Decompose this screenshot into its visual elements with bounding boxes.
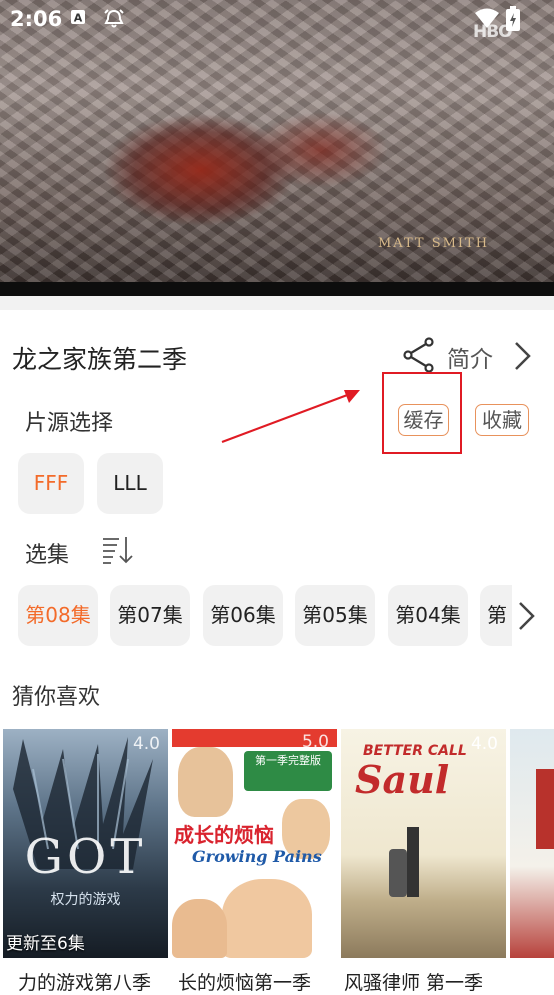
- episodes-scroll-right-icon[interactable]: [516, 600, 538, 636]
- source-option-fff[interactable]: FFF: [18, 453, 84, 514]
- poster-update-note: 更新至6集: [6, 934, 85, 954]
- episode-item[interactable]: 第04集: [388, 585, 468, 646]
- poster-subtitle: 权力的游戏: [50, 892, 121, 908]
- wifi-icon: [474, 7, 500, 33]
- poster-card[interactable]: [510, 729, 554, 958]
- annotation-highlight-box: [382, 372, 462, 454]
- poster-card[interactable]: 第一季完整版 成长的烦恼 Growing Pains 5.0: [172, 729, 337, 958]
- poster-name[interactable]: 力的游戏第八季: [18, 968, 151, 995]
- poster-name[interactable]: 风骚律师 第一季: [344, 968, 483, 995]
- favorite-button[interactable]: 收藏: [475, 404, 529, 436]
- battery-charging-icon: [505, 6, 521, 36]
- source-label: 片源选择: [25, 411, 114, 436]
- episode-item[interactable]: 第07集: [110, 585, 190, 646]
- episodes-label: 选集: [25, 543, 70, 568]
- status-time: 2:06: [10, 7, 63, 31]
- poster-card[interactable]: GOT 权力的游戏 4.0 更新至6集: [3, 729, 168, 958]
- episode-item[interactable]: 第: [480, 585, 512, 646]
- poster-name[interactable]: 长的烦恼第一季: [178, 968, 311, 995]
- poster-banner: 第一季完整版: [244, 751, 332, 791]
- video-caption: Matt Smith: [378, 236, 490, 251]
- poster-title: 成长的烦恼: [174, 823, 274, 847]
- video-player[interactable]: HBO Matt Smith: [0, 0, 554, 296]
- source-option-lll[interactable]: LLL: [97, 453, 163, 514]
- sort-order-icon[interactable]: [102, 535, 134, 569]
- video-bottom-bar: [0, 282, 554, 296]
- episode-item[interactable]: 第05集: [295, 585, 375, 646]
- svg-text:A: A: [74, 12, 83, 25]
- poster-rating: 4.0: [132, 734, 160, 754]
- poster-title: Saul: [355, 757, 450, 802]
- chevron-right-icon[interactable]: [512, 340, 534, 376]
- show-title: 龙之家族第二季: [12, 345, 188, 374]
- a-badge-icon: A: [70, 8, 86, 30]
- section-divider: [0, 296, 554, 310]
- poster-rating: 5.0: [301, 732, 329, 752]
- intro-link[interactable]: 简介: [447, 340, 493, 374]
- recommend-title: 猜你喜欢: [12, 685, 101, 710]
- annotation-arrow: [218, 382, 368, 450]
- episode-item[interactable]: 第06集: [203, 585, 283, 646]
- poster-card[interactable]: BETTER CALL Saul 4.0: [341, 729, 506, 958]
- poster-subtitle: Growing Pains: [192, 847, 322, 866]
- poster-rating: 4.0: [470, 734, 498, 754]
- poster-title: GOT: [24, 829, 147, 885]
- status-bar: 2:06 A: [0, 0, 554, 38]
- episode-item[interactable]: 第08集: [18, 585, 98, 646]
- alarm-bell-icon: [102, 8, 126, 34]
